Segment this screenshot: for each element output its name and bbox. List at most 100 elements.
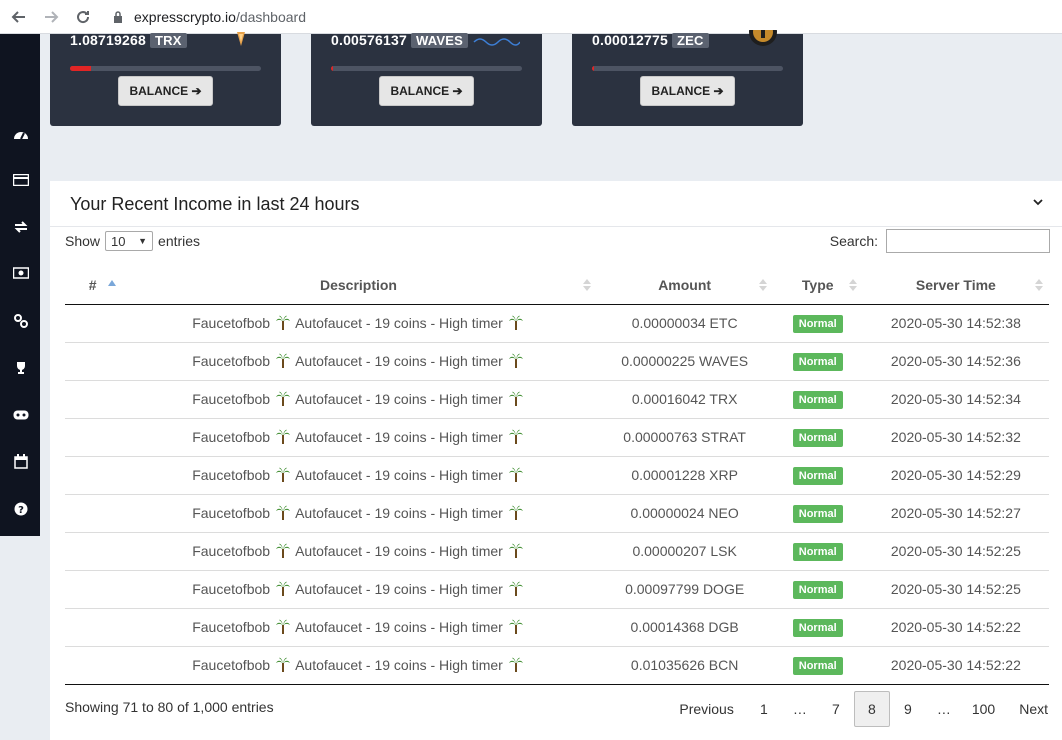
col-header-type[interactable]: Type bbox=[772, 266, 863, 305]
cell-type: Normal bbox=[772, 380, 863, 419]
cell-type: Normal bbox=[772, 456, 863, 495]
show-label: Show bbox=[65, 233, 101, 249]
page-7[interactable]: 7 bbox=[818, 691, 854, 727]
balance-card-trx: 1.08719268 TRX BALANCE ➔ bbox=[50, 32, 281, 126]
table-row: Faucetofbob Autofaucet - 19 coins - High… bbox=[65, 304, 1049, 343]
cell-description: Faucetofbob Autofaucet - 19 coins - High… bbox=[120, 570, 597, 609]
col-header-amount[interactable]: Amount bbox=[596, 266, 773, 305]
help-icon[interactable]: ? bbox=[12, 500, 29, 517]
sort-icon bbox=[1035, 278, 1043, 292]
cell-type: Normal bbox=[772, 608, 863, 647]
chevron-down-icon[interactable] bbox=[1032, 195, 1044, 207]
cell-description: Faucetofbob Autofaucet - 19 coins - High… bbox=[120, 646, 597, 685]
reload-icon[interactable] bbox=[70, 4, 96, 30]
col-header-index[interactable]: # bbox=[65, 266, 121, 305]
card-symbol: TRX bbox=[149, 33, 187, 48]
balance-button[interactable]: BALANCE ➔ bbox=[118, 76, 213, 106]
col-header-server-time[interactable]: Server Time bbox=[862, 266, 1049, 305]
page-next[interactable]: Next bbox=[1005, 691, 1062, 727]
page-8-current[interactable]: 8 bbox=[853, 691, 890, 727]
cell-amount: 0.00000034 ETC bbox=[596, 304, 773, 343]
entries-label: entries bbox=[158, 233, 201, 249]
gamepad-icon[interactable] bbox=[12, 406, 29, 423]
page-1[interactable]: 1 bbox=[746, 691, 782, 727]
balance-button[interactable]: BALANCE ➔ bbox=[640, 76, 735, 106]
card-progress-fill bbox=[70, 66, 91, 71]
balance-card-waves: 0.00576137 WAVES BALANCE ➔ bbox=[311, 32, 542, 126]
link-icon[interactable] bbox=[12, 312, 29, 329]
page-9[interactable]: 9 bbox=[890, 691, 926, 727]
recent-income-panel: Your Recent Income in last 24 hours Show… bbox=[50, 181, 1062, 740]
desc-source: Faucetofbob bbox=[192, 543, 271, 559]
status-badge: Normal bbox=[792, 542, 843, 561]
palm-tree-icon bbox=[508, 391, 523, 407]
table-header-row: # Description Amount Type Server Time bbox=[65, 266, 1049, 305]
exchange-icon[interactable] bbox=[12, 218, 29, 235]
svg-text:?: ? bbox=[18, 505, 24, 516]
desc-text: Autofaucet - 19 coins - High timer bbox=[295, 657, 503, 673]
forward-icon[interactable] bbox=[38, 4, 64, 30]
palm-tree-icon bbox=[275, 353, 290, 369]
cell-index bbox=[65, 456, 121, 495]
desc-source: Faucetofbob bbox=[192, 619, 271, 635]
cell-amount: 0.00000225 WAVES bbox=[596, 342, 773, 381]
table-row: Faucetofbob Autofaucet - 19 coins - High… bbox=[65, 456, 1049, 495]
back-icon[interactable] bbox=[6, 4, 32, 30]
entries-select[interactable]: 10 ▼ bbox=[105, 231, 154, 251]
desc-source: Faucetofbob bbox=[192, 429, 271, 445]
card-progress bbox=[70, 66, 261, 71]
card-symbol: ZEC bbox=[671, 33, 709, 48]
cell-description: Faucetofbob Autofaucet - 19 coins - High… bbox=[120, 342, 597, 381]
page-previous[interactable]: Previous bbox=[667, 691, 745, 727]
desc-source: Faucetofbob bbox=[192, 505, 271, 521]
desc-text: Autofaucet - 19 coins - High timer bbox=[295, 353, 503, 369]
trophy-icon[interactable] bbox=[12, 359, 29, 376]
table-row: Faucetofbob Autofaucet - 19 coins - High… bbox=[65, 532, 1049, 571]
page-100[interactable]: 100 bbox=[962, 691, 1005, 727]
table-info: Showing 71 to 80 of 1,000 entries bbox=[65, 699, 274, 715]
sidebar: ? bbox=[0, 34, 40, 536]
palm-tree-icon bbox=[275, 543, 290, 559]
sort-icon bbox=[758, 278, 767, 292]
palm-tree-icon bbox=[275, 581, 290, 597]
address-bar[interactable]: expresscrypto.io/dashboard bbox=[110, 9, 306, 25]
palm-tree-icon bbox=[275, 657, 290, 673]
table-row: Faucetofbob Autofaucet - 19 coins - High… bbox=[65, 608, 1049, 647]
balance-button[interactable]: BALANCE ➔ bbox=[379, 76, 474, 106]
cell-index bbox=[65, 532, 121, 571]
cell-type: Normal bbox=[772, 646, 863, 685]
cell-type: Normal bbox=[772, 532, 863, 571]
cell-index bbox=[65, 570, 121, 609]
desc-text: Autofaucet - 19 coins - High timer bbox=[295, 505, 503, 521]
desc-text: Autofaucet - 19 coins - High timer bbox=[295, 543, 503, 559]
card-icon[interactable] bbox=[12, 171, 29, 188]
cell-index bbox=[65, 418, 121, 457]
status-badge: Normal bbox=[792, 428, 843, 447]
table-body: Faucetofbob Autofaucet - 19 coins - High… bbox=[65, 304, 1049, 685]
cell-amount: 0.00014368 DGB bbox=[596, 608, 773, 647]
cell-description: Faucetofbob Autofaucet - 19 coins - High… bbox=[120, 494, 597, 533]
search-input[interactable] bbox=[886, 229, 1050, 253]
palm-tree-icon bbox=[508, 657, 523, 673]
income-table: # Description Amount Type Server Time Fa… bbox=[65, 266, 1049, 685]
money-icon[interactable] bbox=[12, 264, 29, 281]
sort-icon bbox=[582, 278, 591, 292]
desc-text: Autofaucet - 19 coins - High timer bbox=[295, 619, 503, 635]
calendar-icon[interactable] bbox=[12, 453, 29, 470]
palm-tree-icon bbox=[275, 391, 290, 407]
cell-server-time: 2020-05-30 14:52:36 bbox=[862, 342, 1049, 381]
cell-server-time: 2020-05-30 14:52:34 bbox=[862, 380, 1049, 419]
cell-server-time: 2020-05-30 14:52:38 bbox=[862, 304, 1049, 343]
card-amount: 0.00576137 bbox=[331, 32, 407, 48]
palm-tree-icon bbox=[508, 353, 523, 369]
sort-asc-icon bbox=[108, 274, 116, 286]
dashboard-icon[interactable] bbox=[12, 125, 29, 142]
cell-amount: 0.00001228 XRP bbox=[596, 456, 773, 495]
cell-server-time: 2020-05-30 14:52:22 bbox=[862, 646, 1049, 685]
table-row: Faucetofbob Autofaucet - 19 coins - High… bbox=[65, 646, 1049, 685]
card-progress-fill bbox=[592, 66, 594, 71]
palm-tree-icon bbox=[275, 619, 290, 635]
cell-amount: 0.00000763 STRAT bbox=[596, 418, 773, 457]
table-row: Faucetofbob Autofaucet - 19 coins - High… bbox=[65, 418, 1049, 457]
col-header-description[interactable]: Description bbox=[120, 266, 597, 305]
